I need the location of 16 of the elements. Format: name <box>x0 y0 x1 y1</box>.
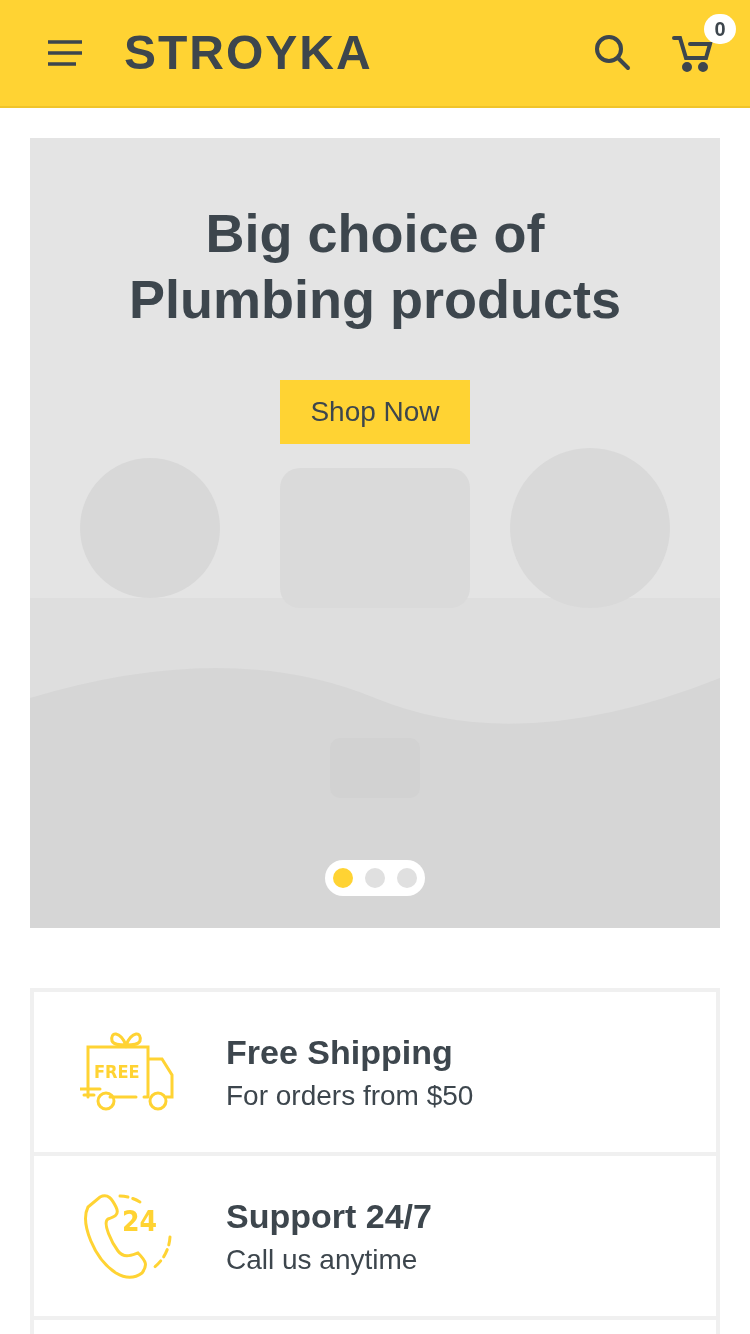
icon-label: 24 <box>122 1205 158 1238</box>
menu-icon[interactable] <box>46 38 84 68</box>
feature-subtitle: Call us anytime <box>226 1243 419 1276</box>
feature-title: Support 24/7 <box>226 1196 432 1236</box>
logo[interactable]: STROYKA <box>124 29 373 77</box>
feature-title: Free Shipping <box>226 1032 454 1072</box>
slide-dot[interactable] <box>397 868 417 888</box>
icon-label: FREE <box>94 1061 140 1082</box>
cart-count-badge: 0 <box>704 14 736 44</box>
cart-icon[interactable] <box>672 34 714 72</box>
shop-now-button[interactable]: Shop Now <box>280 380 470 444</box>
slide-dot[interactable] <box>365 868 385 888</box>
feature-subtitle: For orders from $50 <box>226 1079 474 1112</box>
slide-dot[interactable] <box>333 868 353 888</box>
slide-title: Big choice of Plumbing products <box>129 202 621 331</box>
search-icon[interactable] <box>594 34 632 72</box>
